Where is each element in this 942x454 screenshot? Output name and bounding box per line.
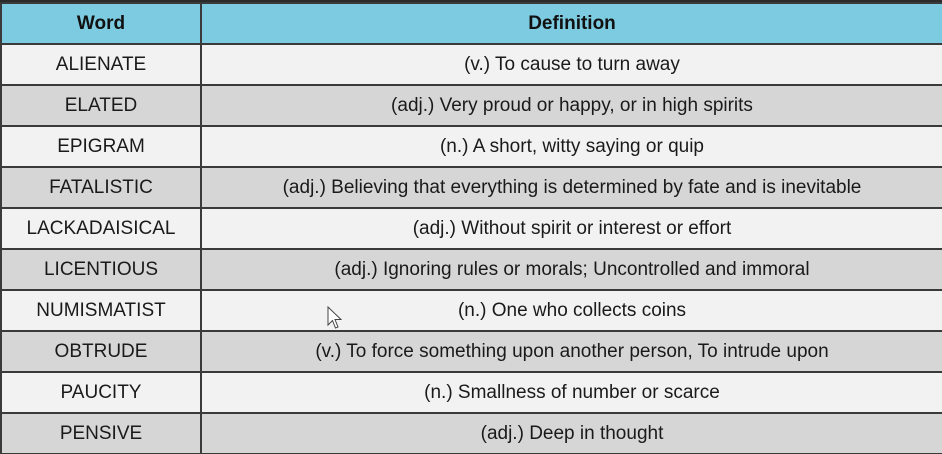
row-2-definition: (adj.) Very proud or happy, or in high s… (202, 86, 942, 125)
row-5-word: LACKADAISICAL (2, 209, 200, 248)
row-8-definition: (v.) To force something upon another per… (202, 332, 942, 371)
row-3-word: EPIGRAM (2, 127, 200, 166)
row-5-definition: (adj.) Without spirit or interest or eff… (202, 209, 942, 248)
row-3-definition: (n.) A short, witty saying or quip (202, 127, 942, 166)
row-4-word: FATALISTIC (2, 168, 200, 207)
header-definition: Definition (202, 4, 942, 43)
row-9-word: PAUCITY (2, 373, 200, 412)
row-6-word: LICENTIOUS (2, 250, 200, 289)
row-6-definition: (adj.) Ignoring rules or morals; Uncontr… (202, 250, 942, 289)
row-4-definition: (adj.) Believing that everything is dete… (202, 168, 942, 207)
table-grid: Word Definition ALIENATE (v.) To cause t… (2, 4, 942, 453)
row-1-word: ALIENATE (2, 45, 200, 84)
row-7-word: NUMISMATIST (2, 291, 200, 330)
row-8-word: OBTRUDE (2, 332, 200, 371)
header-word: Word (2, 4, 200, 43)
vocabulary-table: Word Definition ALIENATE (v.) To cause t… (0, 2, 942, 454)
row-2-word: ELATED (2, 86, 200, 125)
row-1-definition: (v.) To cause to turn away (202, 45, 942, 84)
row-10-definition: (adj.) Deep in thought (202, 414, 942, 453)
row-7-definition: (n.) One who collects coins (202, 291, 942, 330)
row-10-word: PENSIVE (2, 414, 200, 453)
row-9-definition: (n.) Smallness of number or scarce (202, 373, 942, 412)
